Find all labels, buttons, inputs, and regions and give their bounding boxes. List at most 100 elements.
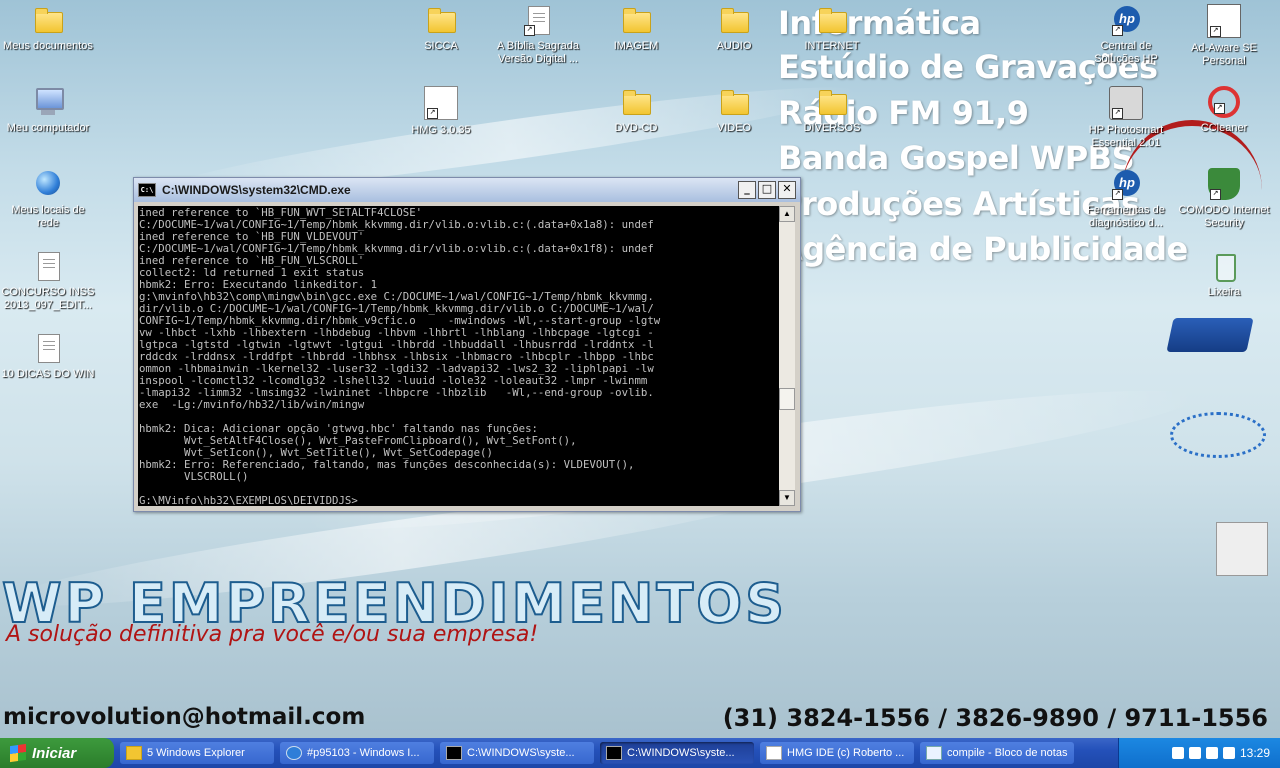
taskbar-item-notepad[interactable]: compile - Bloco de notas: [920, 742, 1074, 764]
fm-studio-logo: [1166, 318, 1254, 352]
cmd-title: C:\WINDOWS\system32\CMD.exe: [162, 183, 351, 197]
hmg-icon: [766, 746, 782, 760]
ccleaner-icon: ↗: [1208, 86, 1240, 118]
hp-icon: hp ↗: [1110, 168, 1142, 200]
icon-label: SICCA: [424, 40, 458, 52]
microphone-logo: [1216, 522, 1268, 576]
desktop-icon-dicas[interactable]: 10 DICAS DO WIN: [0, 332, 96, 381]
start-button[interactable]: Iniciar: [0, 738, 114, 768]
desktop-icon-biblia[interactable]: ↗ A Bíblia Sagrada Versão Digital ...: [490, 4, 586, 66]
icon-label: Meus documentos: [3, 40, 93, 52]
icon-label: VIDEO: [716, 122, 752, 134]
icon-label: HMG 3.0.35: [411, 124, 471, 136]
desktop-icon-internet[interactable]: INTERNET: [784, 4, 880, 53]
icon-label: 10 DICAS DO WIN: [1, 368, 95, 380]
task-label: C:\WINDOWS\syste...: [627, 747, 735, 759]
icon-label: CCleaner: [1200, 122, 1248, 134]
task-label: 5 Windows Explorer: [147, 747, 245, 759]
desktop-icon-dvd[interactable]: DVD-CD: [588, 86, 684, 135]
desktop-icon-sicca[interactable]: SICCA: [393, 4, 489, 53]
scroll-thumb[interactable]: [779, 388, 795, 410]
network-icon[interactable]: [1188, 747, 1201, 759]
start-label: Iniciar: [32, 744, 77, 762]
desktop-icon-ferramentas[interactable]: hp ↗ Ferramentas de diagnóstico d...: [1078, 168, 1174, 230]
taskbar-item-explorer[interactable]: 5 Windows Explorer: [120, 742, 274, 764]
taskbar-item-cmd[interactable]: C:\WINDOWS\syste...: [440, 742, 594, 764]
desktop-icon-video[interactable]: VIDEO: [686, 86, 782, 135]
text-file-icon: [32, 332, 64, 364]
network-globe-icon: [32, 168, 64, 200]
task-label: compile - Bloco de notas: [947, 747, 1068, 759]
cmd-window[interactable]: C:\ C:\WINDOWS\system32\CMD.exe _ □ ✕ in…: [133, 177, 801, 512]
phones-text: (31) 3824-1556 / 3826-9890 / 9711-1556: [722, 704, 1268, 732]
desktop-icon-ccleaner[interactable]: ↗ CCleaner: [1176, 86, 1272, 135]
minimize-button[interactable]: _: [738, 181, 756, 199]
icon-label: Ad-Aware SE Personal: [1191, 42, 1257, 67]
folder-icon: [35, 8, 63, 33]
folder-icon: [721, 8, 749, 33]
icon-label: DVD-CD: [614, 122, 658, 134]
pdf-icon: [32, 250, 64, 282]
clock[interactable]: 13:29: [1240, 746, 1270, 760]
desktop-icon-hp-photosmart[interactable]: ↗ HP Photosmart Essential 2.01: [1078, 86, 1174, 150]
bible-icon: ↗: [522, 4, 554, 36]
folder-icon: [819, 90, 847, 115]
wpbs-logo: [1170, 412, 1266, 458]
desktop-icon-adaware[interactable]: ↗ Ad-Aware SE Personal: [1176, 4, 1272, 68]
shield-icon: ↗: [1208, 168, 1240, 200]
desktop-icon-meu-computador[interactable]: Meu computador: [0, 86, 96, 135]
desktop-icon-meus-documentos[interactable]: Meus documentos: [0, 4, 96, 53]
desktop-icon-comodo[interactable]: ↗ COMODO Internet Security: [1176, 168, 1272, 230]
cmd-titlebar[interactable]: C:\ C:\WINDOWS\system32\CMD.exe _ □ ✕: [134, 178, 800, 202]
icon-label: INTERNET: [804, 40, 860, 52]
computer-icon: [32, 86, 64, 118]
icon-label: AUDIO: [716, 40, 752, 52]
maximize-button[interactable]: □: [758, 181, 776, 199]
icon-label: Meu computador: [6, 122, 90, 134]
icon-label: CONCURSO INSS 2013_097_EDIT...: [1, 286, 95, 311]
desktop-icon-imagem[interactable]: IMAGEM: [588, 4, 684, 53]
taskbar-item-hmg[interactable]: HMG IDE (c) Roberto ...: [760, 742, 914, 764]
folder-icon: [721, 90, 749, 115]
icon-label: DIVERSOS: [803, 122, 861, 134]
folder-icon: [819, 8, 847, 33]
icon-label: Meus locais de rede: [11, 204, 85, 229]
system-tray: 13:29: [1118, 738, 1280, 768]
icon-label: IMAGEM: [613, 40, 659, 52]
task-label: HMG IDE (c) Roberto ...: [787, 747, 905, 759]
scroll-down-button[interactable]: ▼: [779, 490, 795, 506]
cmd-icon: [446, 746, 462, 760]
desktop-icon-lixeira[interactable]: Lixeira: [1176, 250, 1272, 299]
ie-icon: [286, 746, 302, 760]
adaware-icon: ↗: [1207, 4, 1241, 38]
volume-icon[interactable]: [1222, 747, 1235, 759]
notepad-icon: [926, 746, 942, 760]
console-area[interactable]: ined reference to `HB_FUN_WVT_SETALTF4CL…: [138, 206, 779, 506]
desktop-icon-concurso[interactable]: CONCURSO INSS 2013_097_EDIT...: [0, 250, 96, 312]
help-icon[interactable]: [1171, 747, 1184, 759]
email-text: microvolution@hotmail.com: [3, 704, 366, 730]
hp-icon: hp ↗: [1110, 4, 1142, 36]
taskbar-item-cmd-active[interactable]: C:\WINDOWS\syste...: [600, 742, 754, 764]
folder-icon: [623, 8, 651, 33]
desktop-icon-diversos[interactable]: DIVERSOS: [784, 86, 880, 135]
windows-logo-icon: ↗: [424, 86, 458, 120]
desktop-icon-central-hp[interactable]: hp ↗ Central de Soluções HP: [1078, 4, 1174, 66]
recycle-bin-icon: [1208, 250, 1240, 282]
desktop-icon-meus-locais[interactable]: Meus locais de rede: [0, 168, 96, 230]
cmd-icon: [606, 746, 622, 760]
taskbar: Iniciar 5 Windows Explorer #p95103 - Win…: [0, 738, 1280, 768]
taskbar-item-ie[interactable]: #p95103 - Windows I...: [280, 742, 434, 764]
desktop-icon-hmg[interactable]: ↗ HMG 3.0.35: [393, 86, 489, 137]
icon-label: Central de Soluções HP: [1094, 40, 1158, 65]
vertical-scrollbar[interactable]: ▲ ▼: [779, 206, 795, 506]
close-button[interactable]: ✕: [778, 181, 796, 199]
console-output: ined reference to `HB_FUN_WVT_SETALTF4CL…: [139, 206, 661, 507]
icon-label: HP Photosmart Essential 2.01: [1088, 124, 1164, 149]
desktop-icon-audio[interactable]: AUDIO: [686, 4, 782, 53]
scroll-up-button[interactable]: ▲: [779, 206, 795, 222]
shield-icon[interactable]: [1205, 747, 1218, 759]
task-label: C:\WINDOWS\syste...: [467, 747, 575, 759]
slogan-text: A solução definitiva pra você e/ou sua e…: [6, 622, 539, 647]
icon-label: A Bíblia Sagrada Versão Digital ...: [497, 40, 579, 65]
